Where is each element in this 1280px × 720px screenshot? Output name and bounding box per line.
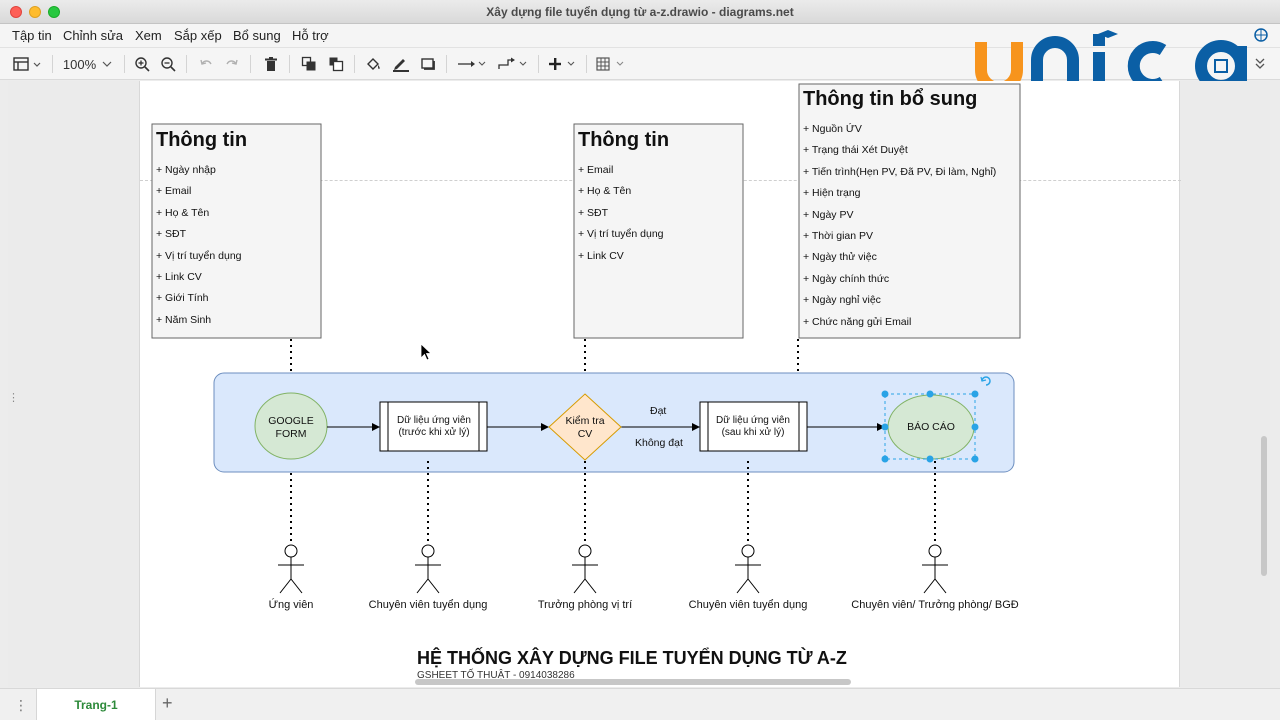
left-panel-grip[interactable]: ⋮ <box>8 391 19 407</box>
info-list-item: + Tiến trình(Hẹn PV, Đã PV, Đi làm, Nghỉ… <box>803 165 997 178</box>
info-list-item: + Ngày nghỉ việc <box>803 294 881 307</box>
table-button[interactable] <box>594 54 628 74</box>
plus-icon <box>549 58 575 70</box>
bring-to-front-icon <box>301 56 316 71</box>
insert-button[interactable] <box>546 54 578 74</box>
info-list-item: + SĐT <box>578 206 609 219</box>
undo-icon <box>200 59 212 65</box>
title-bar: Xây dựng file tuyển dụng từ a-z.drawio -… <box>0 0 1280 24</box>
connection-style-button[interactable] <box>456 54 488 74</box>
diagram-heading: HỆ THỐNG XÂY DỰNG FILE TUYỂN DỤNG TỪ A-Z <box>417 648 847 668</box>
info-list-item: + Họ & Tên <box>578 185 632 198</box>
zoom-out-button[interactable] <box>158 54 178 74</box>
send-to-back-icon <box>329 57 344 72</box>
info-list-item: + Ngày PV <box>803 208 854 221</box>
page-tab-bar: ⋮ Trang-1 + <box>0 688 1280 720</box>
actor-icon[interactable] <box>572 544 598 594</box>
waypoints-button[interactable] <box>496 54 530 74</box>
pencil-icon <box>393 59 409 72</box>
menu-edit[interactable]: Chỉnh sửa <box>63 28 123 43</box>
table-icon <box>596 57 624 71</box>
drawio-window: Xây dựng file tuyển dụng từ a-z.drawio -… <box>0 0 1280 720</box>
actor-label: Chuyên viên tuyển dụng <box>368 599 488 611</box>
info-list-item: + Năm Sinh <box>156 313 212 326</box>
paint-bucket-icon <box>367 58 380 70</box>
pass-label: Đạt <box>650 405 667 417</box>
panel-layout-icon <box>13 57 41 71</box>
window-title: Xây dựng file tuyển dụng từ a-z.drawio -… <box>486 5 794 19</box>
info-list-item: + SĐT <box>156 228 187 241</box>
add-page-button[interactable]: + <box>162 693 173 714</box>
actor-icon[interactable] <box>735 544 761 594</box>
box1-title: Thông tin <box>156 129 248 151</box>
google-form-label: GOOGLE FORM <box>268 415 314 440</box>
zoom-out-icon <box>161 57 176 72</box>
info-list-item: + Giới Tính <box>156 292 209 305</box>
info-list-item: + Trạng thái Xét Duyệt <box>803 144 908 157</box>
menu-help[interactable]: Hỗ trợ <box>292 28 329 43</box>
data-after-label: Dữ liệu ứng viên (sau khi xử lý) <box>716 415 790 438</box>
redo-icon <box>226 59 238 65</box>
shadow-icon <box>421 58 435 70</box>
tab-page-1[interactable]: Trang-1 <box>36 689 156 720</box>
mouse-cursor-icon <box>420 343 433 361</box>
info-list-item: + Họ & Tên <box>156 206 210 219</box>
fail-label: Không đạt <box>635 437 683 449</box>
waypoint-connector-icon <box>498 57 527 69</box>
info-list-item: + Chức năng gửi Email <box>803 315 912 328</box>
menu-arrange[interactable]: Sắp xếp <box>174 28 222 43</box>
zoom-in-button[interactable] <box>132 54 152 74</box>
info-list-item: + Ngày thử việc <box>803 251 877 264</box>
undo-button[interactable] <box>196 54 216 74</box>
trash-icon <box>265 57 277 71</box>
info-list-item: + Ngày nhập <box>156 164 216 176</box>
shadow-button[interactable] <box>418 54 438 74</box>
menu-file[interactable]: Tập tin <box>12 28 52 43</box>
info-list-item: + Nguồn ỨV <box>803 123 862 135</box>
actor-label: Chuyên viên tuyển dụng <box>688 599 808 611</box>
format-panel-toggle-button[interactable] <box>10 54 44 74</box>
info-list-item: + Hiện trạng <box>803 187 861 200</box>
info-list-item: + Vị trí tuyển dụng <box>156 249 242 262</box>
check-cv-label: Kiểm tra CV <box>565 415 605 440</box>
menu-extras[interactable]: Bổ sung <box>233 28 281 43</box>
drawing-canvas[interactable]: Thông tin + Ngày nhập + Email + Họ & Tên + … <box>8 81 1270 687</box>
box3-title: Thông tin bổ sung <box>803 88 978 110</box>
info-list-item: + Ngày chính thức <box>803 272 890 285</box>
arrow-connector-icon <box>458 61 486 67</box>
diagram-shapes <box>151 83 1021 594</box>
zoom-select[interactable]: 100% <box>60 54 116 74</box>
info-list-item: + Link CV <box>156 271 202 283</box>
zoom-in-icon <box>135 57 150 72</box>
actor-label: Ứng viên <box>268 599 314 611</box>
actor-icon[interactable] <box>922 544 948 594</box>
info-list-item: + Email <box>156 185 192 198</box>
to-front-button[interactable] <box>299 54 319 74</box>
box2-title: Thông tin <box>578 129 670 151</box>
data-before-label: Dữ liệu ứng viên (trước khi xử lý) <box>397 415 471 438</box>
diagram-page[interactable]: Thông tin + Ngày nhập + Email + Họ & Tên + … <box>139 81 1181 687</box>
actor-icon[interactable] <box>278 544 304 594</box>
zoom-value: 100% <box>62 56 97 72</box>
info-list-item: + Vị trí tuyển dụng <box>578 228 664 241</box>
redo-button[interactable] <box>222 54 242 74</box>
info-list-item: + Email <box>578 164 614 176</box>
actor-label: Trưởng phòng vị trí <box>537 599 633 611</box>
to-back-button[interactable] <box>326 54 346 74</box>
menu-view[interactable]: Xem <box>135 28 162 43</box>
report-label: BÁO CÁO <box>907 421 955 433</box>
actor-label: Chuyên viên/ Trưởng phòng/ BGĐ <box>851 599 1019 611</box>
vertical-scrollbar[interactable] <box>1261 436 1267 576</box>
delete-button[interactable] <box>261 54 281 74</box>
fill-color-button[interactable] <box>364 54 384 74</box>
info-list-item: + Thời gian PV <box>803 230 874 242</box>
pages-menu-icon[interactable]: ⋮ <box>14 697 28 714</box>
horizontal-scrollbar[interactable] <box>415 679 851 685</box>
line-color-button[interactable] <box>391 54 411 74</box>
info-list-item: + Link CV <box>578 249 624 262</box>
actor-icon[interactable] <box>415 544 441 594</box>
chevron-down-icon <box>102 61 112 67</box>
